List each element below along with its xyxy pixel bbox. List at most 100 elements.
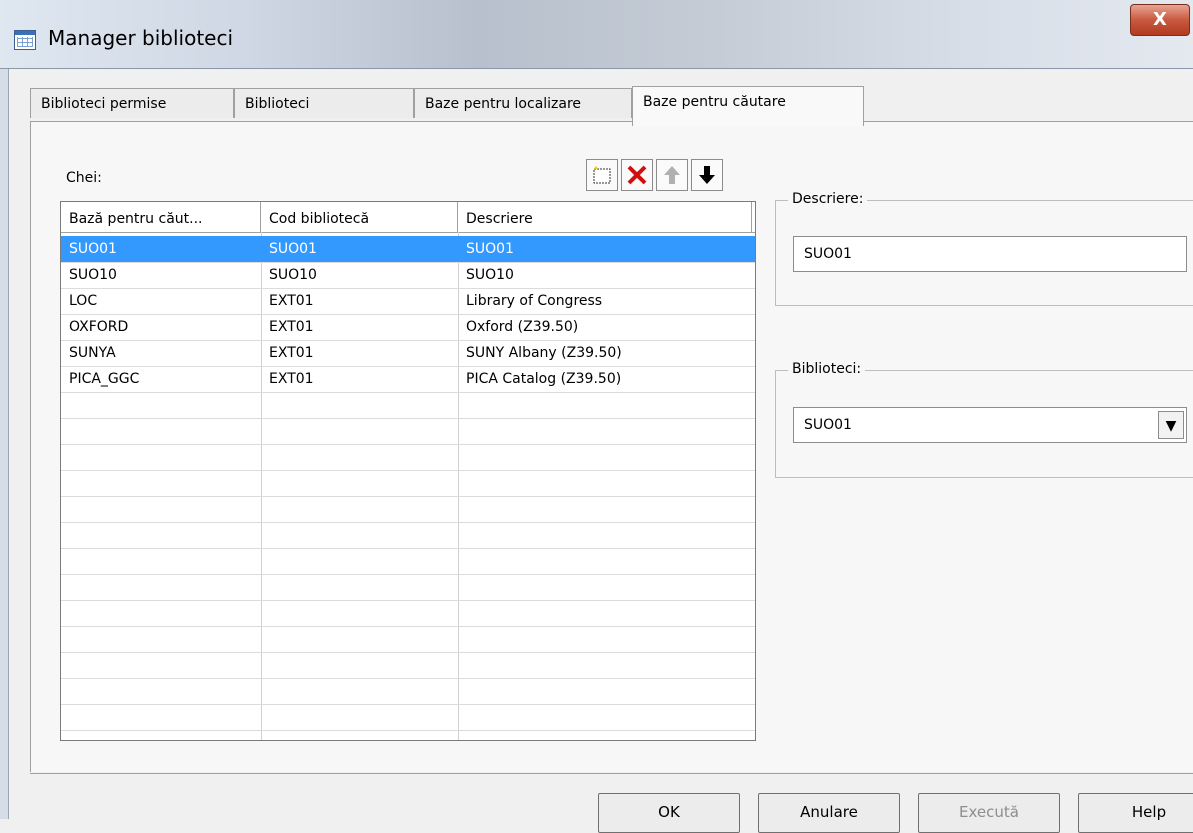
table-row[interactable] (61, 444, 755, 471)
chevron-down-icon[interactable]: ▼ (1158, 411, 1184, 439)
window-frame (0, 0, 9, 819)
table-row[interactable]: OXFORD EXT01 Oxford (Z39.50) (61, 314, 755, 341)
table-cell: SUO01 (69, 241, 117, 257)
table-cell: EXT01 (269, 371, 314, 387)
table-cell (61, 392, 261, 418)
table-row[interactable]: LOC EXT01 Library of Congress (61, 288, 755, 315)
table-cell (261, 522, 458, 548)
cancel-button[interactable]: Anulare (758, 793, 900, 833)
libraries-value: SUO01 (804, 417, 852, 433)
table-cell: SUO10 (466, 267, 514, 283)
table-row[interactable] (61, 652, 755, 679)
table-cell: EXT01 (269, 293, 314, 309)
table-cell (261, 678, 458, 704)
move-up-icon[interactable] (656, 159, 688, 191)
list-toolbar (586, 159, 723, 193)
table-row[interactable]: SUO01 SUO01 SUO01 (61, 236, 755, 263)
table-cell: LOC (69, 293, 98, 309)
tab-libraries[interactable]: Biblioteci (234, 88, 414, 118)
keys-table[interactable]: Bază pentru căut... Cod bibliotecă Descr… (60, 201, 756, 741)
table-icon (14, 30, 36, 50)
table-cell (458, 392, 752, 418)
table-cell (61, 496, 261, 522)
table-row[interactable]: PICA_GGC EXT01 PICA Catalog (Z39.50) (61, 366, 755, 393)
table-row[interactable] (61, 678, 755, 705)
tab-allowed-libraries[interactable]: Biblioteci permise (30, 88, 234, 118)
table-row[interactable] (61, 548, 755, 575)
table-cell (261, 652, 458, 678)
table-cell (61, 470, 261, 496)
table-row[interactable] (61, 704, 755, 731)
table-cell: PICA Catalog (Z39.50) (466, 371, 622, 387)
table-row[interactable] (61, 418, 755, 445)
table-row[interactable]: SUO10 SUO10 SUO10 (61, 262, 755, 289)
table-cell (458, 548, 752, 574)
footer-divider (30, 773, 1193, 774)
table-cell: SUNYA (69, 345, 116, 361)
table-row[interactable] (61, 626, 755, 653)
table-cell: EXT01 (269, 319, 314, 335)
table-cell (261, 626, 458, 652)
window-title: Manager biblioteci (48, 26, 234, 50)
table-cell (261, 704, 458, 730)
table-cell (61, 652, 261, 678)
table-cell (61, 418, 261, 444)
table-cell (61, 548, 261, 574)
table-cell (261, 600, 458, 626)
table-row[interactable] (61, 600, 755, 627)
libraries-label: Biblioteci: (788, 361, 866, 377)
tab-search-bases[interactable]: Baze pentru căutare (632, 86, 864, 126)
column-header-description[interactable]: Descriere (458, 202, 752, 232)
table-cell: SUO01 (466, 241, 514, 257)
table-cell (61, 444, 261, 470)
table-cell (61, 704, 261, 730)
keys-label: Chei: (66, 170, 102, 186)
column-header-search-base[interactable]: Bază pentru căut... (61, 202, 261, 232)
libraries-dropdown[interactable]: SUO01 ▼ (793, 407, 1187, 443)
description-field[interactable]: SUO01 (793, 236, 1187, 272)
table-cell: EXT01 (269, 345, 314, 361)
table-row[interactable] (61, 496, 755, 523)
table-cell: SUNY Albany (Z39.50) (466, 345, 622, 361)
table-cell (458, 418, 752, 444)
table-cell (261, 418, 458, 444)
table-cell (458, 678, 752, 704)
table-cell (458, 626, 752, 652)
table-row[interactable] (61, 522, 755, 549)
table-cell: SUO10 (269, 267, 317, 283)
table-cell: Oxford (Z39.50) (466, 319, 579, 335)
table-cell: SUO01 (269, 241, 317, 257)
table-row[interactable] (61, 470, 755, 497)
table-cell (458, 600, 752, 626)
table-cell (458, 704, 752, 730)
help-button[interactable]: Help (1078, 793, 1193, 833)
column-header-library-code[interactable]: Cod bibliotecă (261, 202, 458, 232)
table-cell (261, 470, 458, 496)
new-icon[interactable] (586, 159, 618, 191)
description-label: Descriere: (788, 191, 868, 207)
delete-icon[interactable] (621, 159, 653, 191)
table-cell (261, 574, 458, 600)
table-cell (458, 496, 752, 522)
table-cell (458, 522, 752, 548)
table-row[interactable] (61, 574, 755, 601)
table-row[interactable]: SUNYA EXT01 SUNY Albany (Z39.50) (61, 340, 755, 367)
table-cell (458, 574, 752, 600)
table-cell (61, 522, 261, 548)
table-cell (261, 392, 458, 418)
table-cell: OXFORD (69, 319, 129, 335)
table-header: Bază pentru căut... Cod bibliotecă Descr… (61, 202, 755, 233)
table-cell (458, 652, 752, 678)
ok-button[interactable]: OK (598, 793, 740, 833)
table-cell (458, 444, 752, 470)
table-cell (261, 496, 458, 522)
table-cell: PICA_GGC (69, 371, 140, 387)
tab-location-bases[interactable]: Baze pentru localizare (414, 88, 632, 118)
execute-button[interactable]: Execută (918, 793, 1060, 833)
table-row[interactable] (61, 392, 755, 419)
close-button[interactable]: X (1130, 4, 1190, 36)
table-cell (61, 574, 261, 600)
title-bar: Manager biblioteci X (0, 0, 1193, 69)
move-down-icon[interactable] (691, 159, 723, 191)
table-cell (61, 626, 261, 652)
